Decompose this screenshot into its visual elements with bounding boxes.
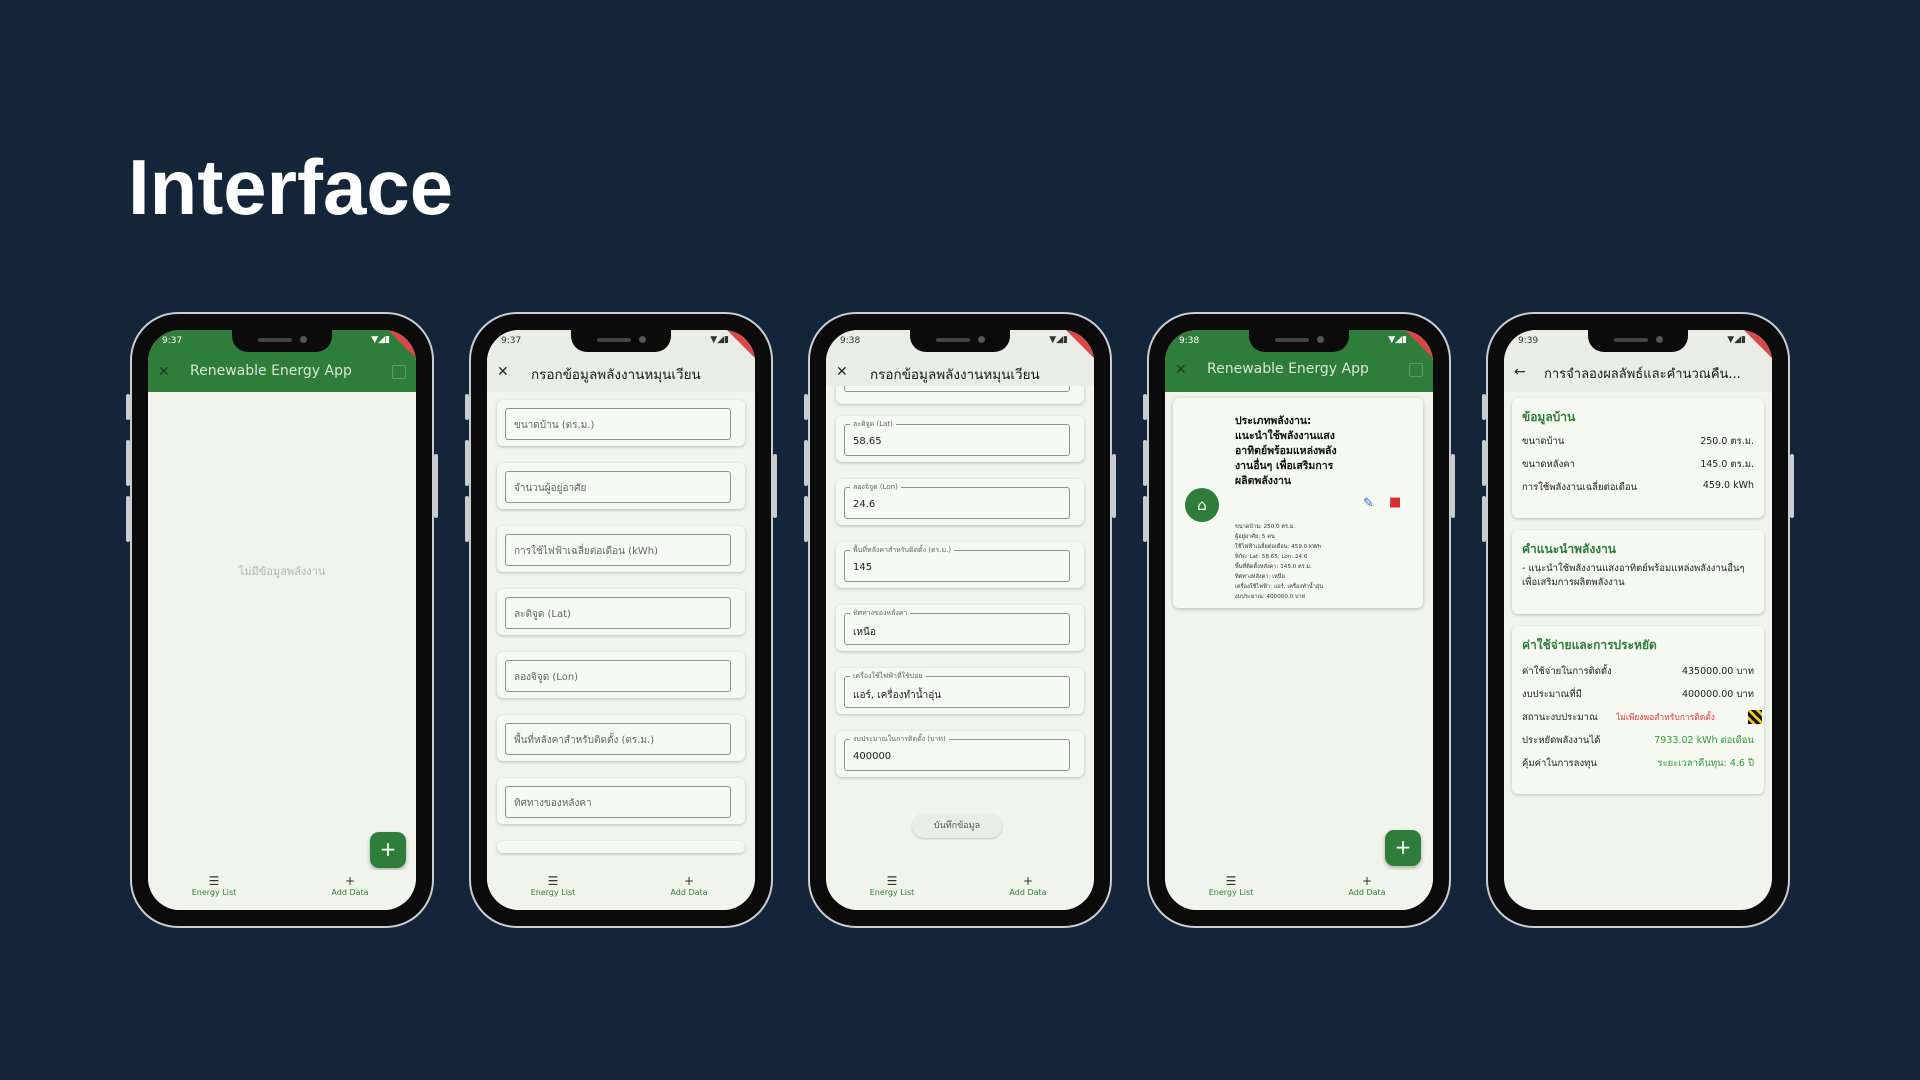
latitude-input[interactable]: ละติจูด (Lat) 58.65 bbox=[844, 419, 1070, 456]
bottom-nav: ☰ Energy List + Add Data bbox=[1165, 870, 1433, 910]
signal-icon: ▼◢▮ bbox=[371, 335, 390, 345]
add-icon: + bbox=[683, 874, 695, 888]
edit-icon[interactable]: ✎ bbox=[1363, 496, 1374, 511]
close-icon[interactable]: ✕ bbox=[836, 364, 848, 380]
recommendation-title: คำแนะนำพลังงาน bbox=[1522, 542, 1617, 556]
nav-add-data[interactable]: + Add Data bbox=[310, 874, 390, 897]
house-info-title: ข้อมูลบ้าน bbox=[1522, 410, 1576, 424]
latitude-input[interactable]: ละติจูด (Lat) bbox=[505, 597, 731, 629]
energy-type: ประเภทพลังงาน: แนะนำใช้พลังงานแสงอาทิตย์… bbox=[1235, 415, 1337, 487]
nav-add-data[interactable]: + Add Data bbox=[988, 874, 1068, 897]
close-icon[interactable]: ✕ bbox=[1175, 362, 1187, 378]
form-title: กรอกข้อมูลพลังงานหมุนเวียน bbox=[531, 367, 701, 383]
add-icon: + bbox=[344, 874, 356, 888]
longitude-input[interactable]: ลองจิจูด (Lon) 24.6 bbox=[844, 482, 1070, 519]
screen-filled-form: 459 9:38 ▼◢▮ ✕ กรอกข้อมูลพลังงานหมุนเวีย… bbox=[826, 330, 1094, 910]
budget-input[interactable]: งบประมาณในการติดตั้ง (บาท) 400000 bbox=[844, 734, 1070, 771]
nav-add-data[interactable]: + Add Data bbox=[1327, 874, 1407, 897]
roof-direction-input[interactable]: ทิศทางของหลังคา bbox=[505, 786, 731, 818]
appliances-input[interactable]: เครื่องใช้ไฟฟ้าที่ใช้บ่อย แอร์, เครื่องทำ… bbox=[844, 671, 1070, 708]
screen-empty-form: 9:37 ▼◢▮ ✕ กรอกข้อมูลพลังงานหมุนเวียน ขน… bbox=[487, 330, 755, 910]
menu-icon[interactable] bbox=[1409, 363, 1423, 377]
recommendation-text: - แนะนำใช้พลังงานแสงอาทิตย์พร้อมแหล่งพลั… bbox=[1522, 563, 1745, 588]
signal-icon: ▼◢▮ bbox=[1727, 335, 1746, 345]
longitude-input[interactable]: ลองจิจูด (Lon) bbox=[505, 660, 731, 692]
signal-icon: ▼◢▮ bbox=[1388, 335, 1407, 345]
close-icon[interactable]: ✕ bbox=[497, 364, 509, 380]
list-icon: ☰ bbox=[886, 874, 898, 888]
app-title: Renewable Energy App bbox=[1207, 361, 1369, 377]
slide-title: Interface bbox=[128, 143, 454, 231]
form-title: กรอกข้อมูลพลังงานหมุนเวียน bbox=[870, 367, 1040, 383]
overflow-warning-stripes bbox=[1748, 710, 1762, 724]
roof-direction-input[interactable]: ทิศทางของหลังคา เหนือ bbox=[844, 608, 1070, 645]
screen-simulation-result: 9:39 ▼◢▮ ← การจำลองผลลัพธ์และคำนวณคืน...… bbox=[1504, 330, 1772, 910]
app-title: Renewable Energy App bbox=[190, 363, 352, 379]
nav-energy-list[interactable]: ☰ Energy List bbox=[174, 874, 254, 897]
add-icon: + bbox=[1361, 874, 1373, 888]
entry-details: ขนาดบ้าน: 250.0 ตร.ม. ผู้อยู่อาศัย: 5 คน… bbox=[1235, 524, 1324, 600]
result-title: การจำลองผลลัพธ์และคำนวณคืน... bbox=[1544, 367, 1741, 382]
add-fab-button[interactable]: + bbox=[370, 832, 406, 868]
nav-energy-list[interactable]: ☰ Energy List bbox=[513, 874, 593, 897]
list-icon: ☰ bbox=[1225, 874, 1237, 888]
cost-savings-title: ค่าใช้จ่ายและการประหยัด bbox=[1522, 638, 1657, 652]
add-fab-button[interactable]: + bbox=[1385, 830, 1421, 866]
phone-frame-filled-form: 459 9:38 ▼◢▮ ✕ กรอกข้อมูลพลังงานหมุนเวีย… bbox=[804, 312, 1116, 928]
nav-add-data[interactable]: + Add Data bbox=[649, 874, 729, 897]
recommendation-card: คำแนะนำพลังงาน - แนะนำใช้พลังงานแสงอาทิต… bbox=[1512, 530, 1764, 614]
list-icon: ☰ bbox=[208, 874, 220, 888]
nav-energy-list[interactable]: ☰ Energy List bbox=[852, 874, 932, 897]
screen-energy-list: 9:38 ▼◢▮ ✕ Renewable Energy App ⌂ ประเภท… bbox=[1165, 330, 1433, 910]
signal-icon: ▼◢▮ bbox=[1049, 335, 1068, 345]
save-button[interactable]: บันทึกข้อมูล bbox=[912, 814, 1002, 838]
bottom-nav: ☰ Energy List + Add Data bbox=[148, 870, 416, 910]
bottom-nav: ☰ Energy List + Add Data bbox=[487, 870, 755, 910]
screen-empty-list: 9:37 ▼◢▮ ✕ Renewable Energy App ไม่มีข้อ… bbox=[148, 330, 416, 910]
phone-frame-empty-list: 9:37 ▼◢▮ ✕ Renewable Energy App ไม่มีข้อ… bbox=[126, 312, 438, 928]
phone-frame-energy-list: 9:38 ▼◢▮ ✕ Renewable Energy App ⌂ ประเภท… bbox=[1143, 312, 1455, 928]
add-icon: + bbox=[1022, 874, 1034, 888]
phone-frame-empty-form: 9:37 ▼◢▮ ✕ กรอกข้อมูลพลังงานหมุนเวียน ขน… bbox=[465, 312, 777, 928]
back-icon[interactable]: ← bbox=[1514, 364, 1526, 380]
cost-savings-card: ค่าใช้จ่ายและการประหยัด ค่าใช้จ่ายในการต… bbox=[1512, 626, 1764, 794]
empty-message: ไม่มีข้อมูลพลังงาน bbox=[238, 565, 326, 578]
bottom-nav: ☰ Energy List + Add Data bbox=[826, 870, 1094, 910]
residents-input[interactable]: จำนวนผู้อยู่อาศัย bbox=[505, 471, 731, 503]
house-size-input[interactable]: ขนาดบ้าน (ตร.ม.) bbox=[505, 408, 731, 440]
roof-area-input[interactable]: พื้นที่หลังคาสำหรับติดตั้ง (ตร.ม.) 145 bbox=[844, 545, 1070, 582]
monthly-usage-input[interactable]: การใช้ไฟฟ้าเฉลี่ยต่อเดือน (kWh) bbox=[505, 534, 731, 566]
phone-frame-simulation-result: 9:39 ▼◢▮ ← การจำลองผลลัพธ์และคำนวณคืน...… bbox=[1482, 312, 1794, 928]
energy-entry-card[interactable]: ⌂ ประเภทพลังงาน: แนะนำใช้พลังงานแสงอาทิต… bbox=[1173, 398, 1423, 608]
signal-icon: ▼◢▮ bbox=[710, 335, 729, 345]
menu-icon[interactable] bbox=[392, 365, 406, 379]
close-icon[interactable]: ✕ bbox=[158, 364, 170, 380]
partial-field-card bbox=[497, 841, 745, 853]
roof-area-input[interactable]: พื้นที่หลังคาสำหรับติดตั้ง (ตร.ม.) bbox=[505, 723, 731, 755]
nav-energy-list[interactable]: ☰ Energy List bbox=[1191, 874, 1271, 897]
list-icon: ☰ bbox=[547, 874, 559, 888]
delete-icon[interactable]: ■ bbox=[1389, 495, 1401, 510]
home-icon: ⌂ bbox=[1185, 488, 1219, 522]
house-info-card: ข้อมูลบ้าน ขนาดบ้าน 250.0 ตร.ม. ขนาดหลังค… bbox=[1512, 398, 1764, 518]
